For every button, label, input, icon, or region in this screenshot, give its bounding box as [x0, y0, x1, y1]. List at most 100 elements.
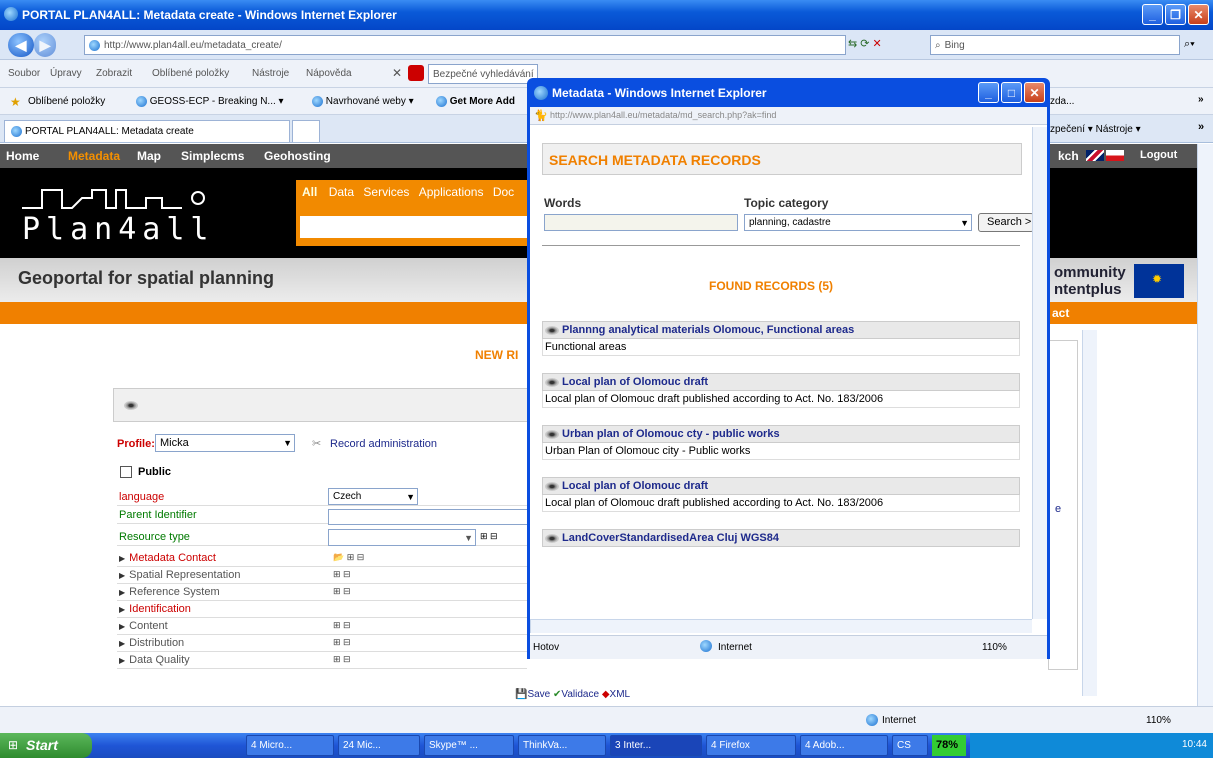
- validate-button[interactable]: Validace: [561, 689, 599, 700]
- add-remove-icons[interactable]: ⊞ ⊟: [333, 620, 351, 631]
- metadata-popup-window: Metadata - Windows Internet Explorer _ □…: [527, 78, 1050, 659]
- nav-simplecms[interactable]: Simplecms: [181, 149, 244, 163]
- record-3[interactable]: Urban plan of Olomouc cty - public works…: [542, 425, 1020, 460]
- section-identification[interactable]: ▶ Identification: [117, 601, 527, 618]
- popup-titlebar[interactable]: Metadata - Windows Internet Explorer _ □…: [530, 81, 1047, 105]
- minimize-icon[interactable]: _: [978, 82, 999, 103]
- search-go-icon[interactable]: ⌕▾: [1184, 38, 1195, 51]
- inner-scrollbar[interactable]: [1082, 330, 1097, 696]
- close-toolbar-icon[interactable]: ✕: [392, 66, 402, 80]
- task-thinkva[interactable]: ThinkVa...: [518, 735, 606, 756]
- status-zoom[interactable]: 110%: [1146, 715, 1171, 726]
- fav-right-text[interactable]: zda...: [1050, 96, 1074, 107]
- task-skype[interactable]: Skype™ ...: [424, 735, 514, 756]
- search-tab-doc[interactable]: Doc: [493, 185, 514, 199]
- menu-zobrazit[interactable]: Zobrazit: [96, 68, 132, 79]
- words-input[interactable]: [544, 214, 738, 231]
- refresh-stop-icons[interactable]: ⇆ ⟳ ✕: [848, 37, 928, 50]
- menu-napoveda[interactable]: Nápověda: [306, 68, 352, 79]
- page-scrollbar[interactable]: [1197, 144, 1213, 706]
- section-spatial-representation[interactable]: ▶ Spatial Representation: [117, 567, 527, 584]
- favorites-label[interactable]: Oblíbené položky: [28, 96, 105, 107]
- fav-navrhovane[interactable]: Navrhované weby ▾: [312, 96, 414, 107]
- public-checkbox[interactable]: [120, 466, 132, 478]
- search-tab-all[interactable]: All: [302, 185, 317, 199]
- menu-oblibene[interactable]: Oblíbené položky: [152, 68, 229, 79]
- chevron-down-icon: ▼: [464, 532, 473, 543]
- folder-add-icons[interactable]: 📂 ⊞ ⊟: [333, 552, 364, 563]
- menu-nastroje[interactable]: Nástroje: [252, 68, 289, 79]
- url-input[interactable]: http://www.plan4all.eu/metadata_create/: [84, 35, 846, 55]
- search-tab-applications[interactable]: Applications: [419, 185, 484, 199]
- menu-soubor[interactable]: Soubor: [8, 68, 40, 79]
- record-admin-link[interactable]: Record administration: [330, 438, 437, 450]
- record-4[interactable]: Local plan of Olomouc draft Local plan of…: [542, 477, 1020, 512]
- nav-metadata[interactable]: Metadata: [68, 149, 120, 163]
- resource-type-select[interactable]: ▼: [328, 529, 476, 546]
- chevron-right-icon[interactable]: »: [1198, 94, 1204, 105]
- save-button[interactable]: Save: [527, 689, 550, 700]
- search-tab-data[interactable]: Data: [329, 185, 354, 199]
- maximize-icon[interactable]: ❐: [1165, 4, 1186, 25]
- topic-select[interactable]: planning, cadastre ▼: [744, 214, 972, 231]
- mcafee-search-input[interactable]: Bezpečné vyhledávání: [428, 64, 538, 84]
- task-mic[interactable]: 24 Mic...: [338, 735, 420, 756]
- search-input[interactable]: ⌕ Bing: [930, 35, 1180, 55]
- xml-button[interactable]: XML: [610, 689, 631, 700]
- battery-indicator[interactable]: 78%: [932, 735, 966, 756]
- add-remove-icons[interactable]: ⊞ ⊟: [480, 531, 498, 542]
- contact-link[interactable]: act: [1052, 306, 1069, 320]
- search-tab-services[interactable]: Services: [363, 185, 409, 199]
- task-inter[interactable]: 3 Inter...: [610, 735, 702, 756]
- tab-active[interactable]: PORTAL PLAN4ALL: Metadata create: [4, 120, 290, 142]
- new-tab-button[interactable]: [292, 120, 320, 142]
- section-metadata-contact[interactable]: ▶ Metadata Contact: [117, 550, 527, 567]
- chevron-right-icon[interactable]: »: [1198, 121, 1204, 133]
- right-link-e[interactable]: e: [1055, 503, 1061, 515]
- flag-cz-icon[interactable]: [1106, 150, 1124, 161]
- section-data-quality[interactable]: ▶ Data Quality: [117, 652, 527, 669]
- flag-uk-icon[interactable]: [1086, 150, 1104, 161]
- add-remove-icons[interactable]: ⊞ ⊟: [333, 586, 351, 597]
- add-remove-icons[interactable]: ⊞ ⊟: [333, 654, 351, 665]
- nav-geohosting[interactable]: Geohosting: [264, 149, 331, 163]
- section-reference-system[interactable]: ▶ Reference System: [117, 584, 527, 601]
- add-remove-icons[interactable]: ⊞ ⊟: [333, 569, 351, 580]
- fav-geoss[interactable]: GEOSS-ECP - Breaking N... ▾: [136, 96, 284, 107]
- maximize-icon[interactable]: □: [1001, 82, 1022, 103]
- section-distribution[interactable]: ▶ Distribution: [117, 635, 527, 652]
- nav-map[interactable]: Map: [137, 149, 161, 163]
- close-icon[interactable]: ✕: [1188, 4, 1209, 25]
- search-heading: SEARCH METADATA RECORDS: [549, 152, 761, 168]
- right-panel: e: [1048, 340, 1078, 670]
- popup-zoom[interactable]: 110%: [982, 642, 1007, 653]
- task-adob[interactable]: 4 Adob...: [800, 735, 888, 756]
- popup-vscrollbar[interactable]: [1032, 127, 1047, 619]
- site-search-input[interactable]: [300, 216, 528, 238]
- record-5[interactable]: LandCoverStandardisedArea Cluj WGS84: [542, 529, 1020, 547]
- window-titlebar[interactable]: PORTAL PLAN4ALL: Metadata create - Windo…: [0, 0, 1213, 30]
- parent-identifier-input[interactable]: [328, 509, 528, 525]
- minimize-icon[interactable]: _: [1142, 4, 1163, 25]
- menu-upravy[interactable]: Úpravy: [50, 68, 82, 79]
- fav-getmore[interactable]: Get More Add: [436, 96, 515, 107]
- profile-select[interactable]: Micka ▼: [155, 434, 295, 452]
- task-micro[interactable]: 4 Micro...: [246, 735, 334, 756]
- popup-hscrollbar[interactable]: [530, 619, 1032, 633]
- record-2[interactable]: Local plan of Olomouc draft Local plan of…: [542, 373, 1020, 408]
- back-button[interactable]: ◀: [8, 33, 34, 57]
- tab-tools[interactable]: zpečení ▾ Nástroje ▾: [1050, 124, 1141, 135]
- clock[interactable]: 10:44: [1182, 739, 1207, 750]
- section-content[interactable]: ▶ Content: [117, 618, 527, 635]
- add-remove-icons[interactable]: ⊞ ⊟: [333, 637, 351, 648]
- nav-home[interactable]: Home: [6, 149, 39, 163]
- search-button[interactable]: Search >: [978, 213, 1034, 232]
- close-icon[interactable]: ✕: [1024, 82, 1045, 103]
- task-cs[interactable]: CS: [892, 735, 928, 756]
- forward-button[interactable]: ▶: [34, 33, 56, 57]
- language-select[interactable]: Czech ▼: [328, 488, 418, 505]
- task-firefox[interactable]: 4 Firefox: [706, 735, 796, 756]
- record-1[interactable]: Plannng analytical materials Olomouc, Fu…: [542, 321, 1020, 356]
- logout-link[interactable]: Logout: [1140, 149, 1177, 161]
- cat-icon: 🐈: [534, 110, 548, 122]
